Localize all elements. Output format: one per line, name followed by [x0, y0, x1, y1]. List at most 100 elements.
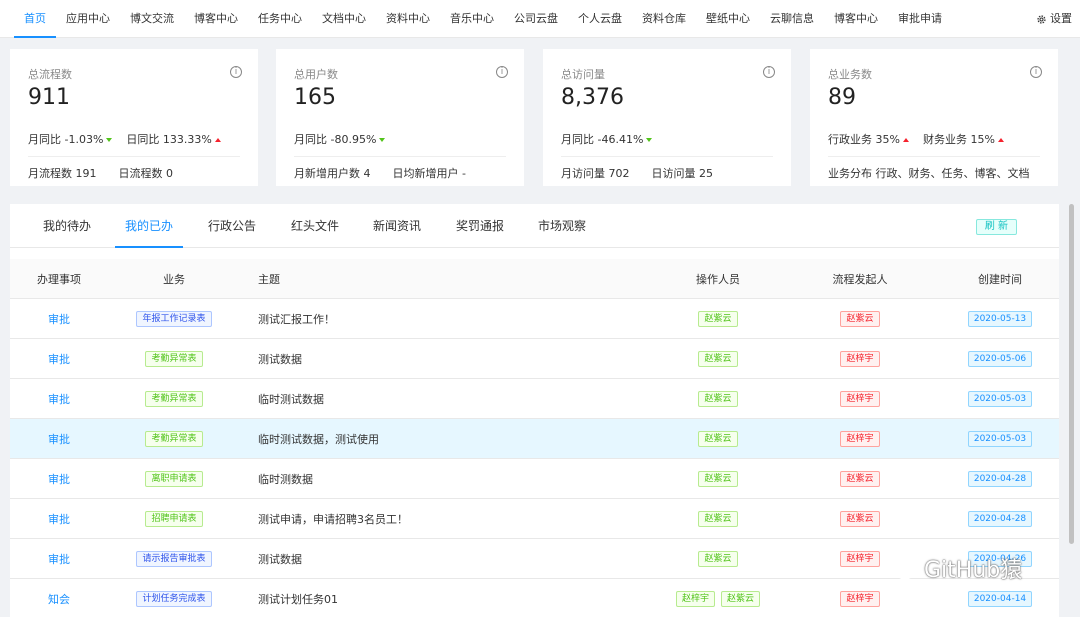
action-link[interactable]: 审批: [48, 391, 70, 407]
operator-tag: 赵紫云: [698, 430, 738, 447]
biz-tag: 考勤异常表: [145, 430, 203, 447]
nav-item-1[interactable]: 应用中心: [56, 0, 120, 38]
date-tag: 2020-05-03: [967, 390, 1033, 407]
table-row[interactable]: 审批 年报工作记录表 测试汇报工作！ 赵紫云 赵紫云 2020-05-13: [10, 299, 1059, 339]
tab-6[interactable]: 市场观察: [528, 204, 596, 248]
action-link[interactable]: 审批: [48, 471, 70, 487]
nav-item-6[interactable]: 资料中心: [376, 0, 440, 38]
cell-biz: 请示报告审批表: [108, 539, 240, 578]
nav-item-8[interactable]: 公司云盘: [504, 0, 568, 38]
trend-label: 月同比: [28, 133, 61, 146]
nav-item-12[interactable]: 云聊信息: [760, 0, 824, 38]
stat-card: 总业务数 i 89 行政业务 35% 财务业务 15% 业务分布 行政、财务、任务、博客、…: [810, 49, 1058, 186]
trend-label: 月同比: [294, 133, 327, 146]
biz-tag: 离职申请表: [145, 470, 203, 487]
table-row[interactable]: 知会 计划任务完成表 测试计划任务01 赵梓宇 赵紫云 赵梓宇 2020-04-14: [10, 579, 1059, 617]
cell-action: 审批: [10, 499, 108, 538]
trend-item: 月同比 -80.95%: [294, 131, 386, 147]
cell-action: 审批: [10, 339, 108, 378]
biz-tag: 计划任务完成表: [136, 590, 212, 607]
action-link[interactable]: 审批: [48, 431, 70, 447]
nav-item-11[interactable]: 壁纸中心: [696, 0, 760, 38]
table-row[interactable]: 审批 考勤异常表 测试数据 赵紫云 赵梓宇 2020-05-06: [10, 339, 1059, 379]
cell-biz: 计划任务完成表: [108, 579, 240, 617]
operator-tag: 赵紫云: [698, 390, 738, 407]
nav-item-13[interactable]: 博客中心: [824, 0, 888, 38]
column-header: 业务: [163, 272, 185, 286]
scrollbar[interactable]: [1069, 204, 1074, 544]
initiator-tag: 赵梓宇: [840, 590, 880, 607]
trend-value: 35%: [875, 133, 900, 146]
trend-item: 月同比 -46.41%: [561, 131, 653, 147]
info-icon[interactable]: i: [1030, 66, 1042, 78]
tab-1[interactable]: 我的已办: [115, 204, 184, 248]
nav-item-2[interactable]: 博文交流: [120, 0, 184, 38]
cell-biz: 离职申请表: [108, 459, 240, 498]
trend-value: -46.41%: [597, 133, 644, 146]
refresh-button[interactable]: 刷 新: [975, 219, 1017, 235]
caret-down-icon: [379, 138, 386, 142]
nav-item-4[interactable]: 任务中心: [248, 0, 312, 38]
cell-initiator: 赵梓宇: [770, 379, 950, 418]
info-icon[interactable]: i: [230, 66, 242, 78]
footer-item: 月访问量 702: [561, 165, 630, 181]
tab-2[interactable]: 行政公告: [198, 204, 266, 248]
info-icon[interactable]: i: [763, 66, 775, 78]
cell-topic: 临时测试数据，测试使用: [258, 432, 379, 446]
trend-item: 行政业务 35%: [828, 131, 909, 147]
cell-initiator: 赵梓宇: [770, 579, 950, 617]
operator-tag: 赵紫云: [698, 510, 738, 527]
initiator-tag: 赵梓宇: [840, 550, 880, 567]
cell-topic: 测试计划任务01: [258, 592, 338, 606]
nav-item-5[interactable]: 文档中心: [312, 0, 376, 38]
date-tag: 2020-05-03: [967, 430, 1033, 447]
initiator-tag: 赵紫云: [840, 510, 880, 527]
cell-topic: 测试汇报工作！: [258, 312, 335, 326]
action-link[interactable]: 审批: [48, 551, 70, 567]
action-link[interactable]: 审批: [48, 351, 70, 367]
footer-label: 月流程数: [28, 167, 72, 180]
tab-4[interactable]: 新闻资讯: [363, 204, 431, 248]
watermark: GitHub猿: [880, 552, 1022, 584]
settings-button[interactable]: 设置: [1036, 0, 1072, 38]
caret-up-icon: [997, 138, 1004, 142]
initiator-tag: 赵梓宇: [840, 390, 880, 407]
cell-initiator: 赵紫云: [770, 459, 950, 498]
action-link[interactable]: 审批: [48, 511, 70, 527]
divider: [28, 156, 240, 157]
nav-item-0[interactable]: 首页: [14, 0, 56, 38]
footer-item: 日均新增用户 -: [393, 165, 466, 181]
cell-date: 2020-05-03: [930, 379, 1070, 418]
table-row[interactable]: 审批 招聘申请表 测试申请，申请招聘3名员工！ 赵紫云 赵紫云 2020-04-28: [10, 499, 1059, 539]
table-row[interactable]: 审批 考勤异常表 临时测试数据 赵紫云 赵梓宇 2020-05-03: [10, 379, 1059, 419]
nav-item-3[interactable]: 博客中心: [184, 0, 248, 38]
nav-item-10[interactable]: 资料仓库: [632, 0, 696, 38]
footer-item: 业务分布 行政、财务、任务、博客、文档: [828, 165, 1030, 181]
cell-date: 2020-05-06: [930, 339, 1070, 378]
biz-tag: 考勤异常表: [145, 390, 203, 407]
card-value: 8,376: [561, 85, 624, 110]
stat-card: 总流程数 i 911 月同比 -1.03% 日同比 133.33% 月流程数 191 日流程…: [10, 49, 258, 186]
footer-item: 日流程数 0: [119, 165, 174, 181]
action-link[interactable]: 知会: [48, 591, 70, 607]
footer-label: 月新增用户数: [294, 167, 360, 180]
nav-item-7[interactable]: 音乐中心: [440, 0, 504, 38]
tab-0[interactable]: 我的待办: [33, 204, 101, 248]
nav-item-14[interactable]: 审批申请: [888, 0, 952, 38]
tab-5[interactable]: 奖罚通报: [446, 204, 514, 248]
action-link[interactable]: 审批: [48, 311, 70, 327]
footer-label: 日流程数: [118, 167, 163, 180]
cell-initiator: 赵梓宇: [770, 339, 950, 378]
card-footer: 月流程数 191 日流程数 0: [28, 165, 173, 181]
initiator-tag: 赵紫云: [840, 470, 880, 487]
table-row[interactable]: 审批 考勤异常表 临时测试数据，测试使用 赵紫云 赵梓宇 2020-05-03: [10, 419, 1059, 459]
trend-item: 财务业务 15%: [923, 131, 1004, 147]
date-tag: 2020-04-28: [967, 470, 1033, 487]
table-row[interactable]: 审批 离职申请表 临时测数据 赵紫云 赵紫云 2020-04-28: [10, 459, 1059, 499]
tab-3[interactable]: 红头文件: [281, 204, 349, 248]
trend-item: 日同比 133.33%: [126, 131, 221, 147]
wechat-icon: [882, 556, 915, 580]
cell-action: 审批: [10, 299, 108, 338]
info-icon[interactable]: i: [496, 66, 508, 78]
nav-item-9[interactable]: 个人云盘: [568, 0, 632, 38]
